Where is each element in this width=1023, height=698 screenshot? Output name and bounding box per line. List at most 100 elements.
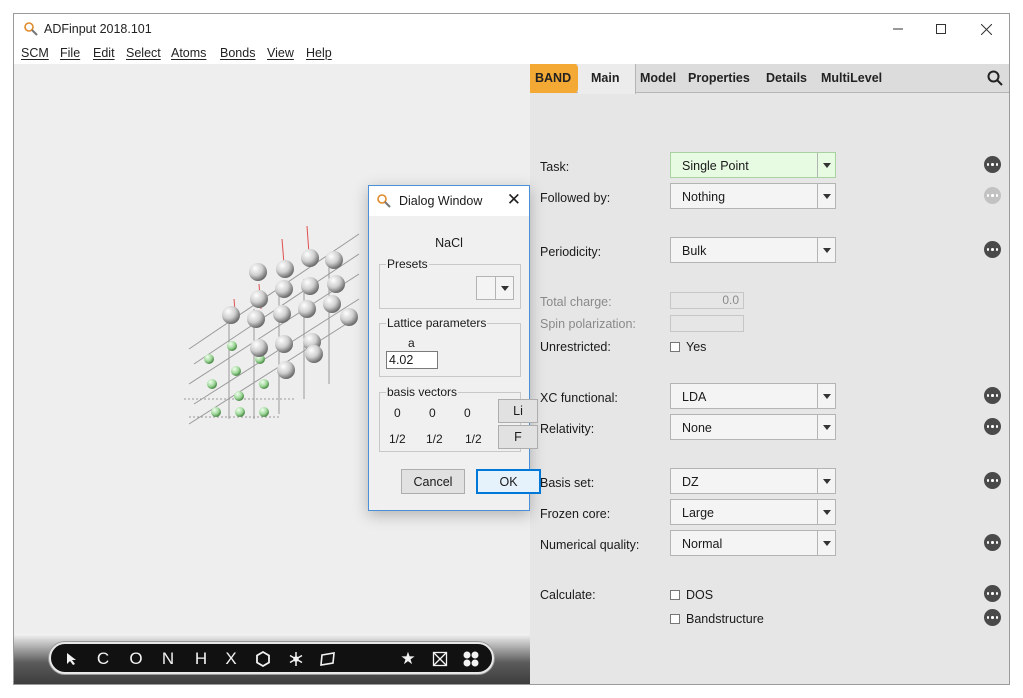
total-charge-label: Total charge: bbox=[540, 295, 612, 309]
lattice-group: Lattice parameters a 4.02 bbox=[379, 316, 521, 377]
ok-button[interactable]: OK bbox=[476, 469, 541, 494]
followed-by-value: Nothing bbox=[682, 190, 726, 204]
vector-2-z: 1/2 bbox=[465, 432, 482, 446]
chevron-down-icon bbox=[817, 531, 835, 555]
periodicity-value: Bulk bbox=[682, 244, 707, 258]
presets-select[interactable] bbox=[476, 276, 514, 300]
bandstructure-more-button[interactable] bbox=[984, 609, 1001, 626]
task-label: Task: bbox=[540, 160, 570, 174]
atoms-view-icon[interactable] bbox=[460, 648, 482, 670]
task-select[interactable]: Single Point bbox=[670, 152, 836, 178]
menu-scm[interactable]: SCM bbox=[21, 46, 49, 60]
oxygen-tool[interactable]: O bbox=[125, 648, 147, 670]
bandstructure-checkbox[interactable]: Bandstructure bbox=[670, 612, 764, 626]
basis-set-select[interactable]: DZ bbox=[670, 468, 836, 494]
hydrogen-tool[interactable]: H bbox=[190, 648, 212, 670]
dos-option: DOS bbox=[686, 588, 714, 602]
frozen-core-label: Frozen core: bbox=[540, 507, 611, 521]
menu-select[interactable]: Select bbox=[126, 46, 161, 60]
close-icon bbox=[980, 23, 992, 35]
periodicity-select[interactable]: Bulk bbox=[670, 237, 836, 263]
carbon-tool[interactable]: C bbox=[92, 648, 114, 670]
total-charge-field: 0.0 bbox=[670, 292, 744, 309]
task-value: Single Point bbox=[682, 159, 749, 173]
xc-more-button[interactable] bbox=[984, 387, 1001, 404]
lattice-a-label: a bbox=[408, 336, 415, 350]
spin-polarization-label: Spin polarization: bbox=[540, 317, 636, 331]
vector-2-atom-button[interactable]: F bbox=[498, 425, 538, 449]
basis-vectors-group: basis vectors 0 0 0 Li 1/2 1/2 1/2 F bbox=[379, 385, 538, 452]
tab-properties[interactable]: Properties bbox=[688, 71, 750, 85]
menu-view[interactable]: View bbox=[267, 46, 294, 60]
cancel-button[interactable]: Cancel bbox=[401, 469, 465, 494]
menu-help[interactable]: Help bbox=[306, 46, 332, 60]
unrestricted-checkbox[interactable]: Yes bbox=[670, 340, 706, 354]
chevron-down-icon bbox=[817, 469, 835, 493]
frozen-core-select[interactable]: Large bbox=[670, 499, 836, 525]
basis-set-label: Basis set: bbox=[540, 476, 595, 490]
checkbox-box bbox=[670, 342, 680, 352]
followed-by-label: Followed by: bbox=[540, 191, 611, 205]
maximize-button[interactable] bbox=[918, 18, 964, 40]
vector-2-x: 1/2 bbox=[389, 432, 406, 446]
snowflake-icon[interactable] bbox=[285, 648, 307, 670]
checkbox-box bbox=[670, 590, 680, 600]
minimize-icon bbox=[893, 28, 903, 30]
tab-multilevel[interactable]: MultiLevel bbox=[821, 71, 882, 85]
unrestricted-label: Unrestricted: bbox=[540, 340, 611, 354]
presets-label: Presets bbox=[386, 257, 429, 271]
numerical-quality-select[interactable]: Normal bbox=[670, 530, 836, 556]
vector-2-y: 1/2 bbox=[426, 432, 443, 446]
search-icon[interactable] bbox=[987, 70, 1003, 86]
nitrogen-tool[interactable]: N bbox=[157, 648, 179, 670]
dialog-title-bar[interactable]: Dialog Window ✕ bbox=[369, 186, 529, 216]
xc-functional-label: XC functional: bbox=[540, 391, 618, 405]
title-bar: ADFinput 2018.101 bbox=[14, 14, 1009, 44]
menu-bar: SCM File Edit Select Atoms Bonds View He… bbox=[14, 44, 1009, 64]
structure-name: NaCl bbox=[435, 236, 463, 250]
star-icon[interactable]: ★ bbox=[397, 648, 419, 670]
relativity-select[interactable]: None bbox=[670, 414, 836, 440]
xc-functional-value: LDA bbox=[682, 390, 707, 404]
lattice-a-input[interactable]: 4.02 bbox=[386, 351, 438, 369]
dialog-logo-icon bbox=[377, 194, 391, 208]
app-window: ADFinput 2018.101 SCM File Edit Select A… bbox=[13, 13, 1010, 685]
minimize-button[interactable] bbox=[875, 18, 921, 40]
task-more-button[interactable] bbox=[984, 156, 1001, 173]
followed-by-select[interactable]: Nothing bbox=[670, 183, 836, 209]
select-arrow-icon[interactable] bbox=[61, 648, 83, 670]
crystal-cell-icon[interactable] bbox=[429, 648, 451, 670]
unrestricted-option: Yes bbox=[686, 340, 707, 354]
dos-more-button[interactable] bbox=[984, 585, 1001, 602]
app-logo-icon bbox=[24, 22, 38, 36]
chevron-down-icon bbox=[817, 500, 835, 524]
tab-details[interactable]: Details bbox=[766, 71, 807, 85]
tab-band-label: BAND bbox=[535, 71, 572, 85]
menu-edit[interactable]: Edit bbox=[93, 46, 115, 60]
periodicity-more-button[interactable] bbox=[984, 241, 1001, 258]
vector-1-y: 0 bbox=[429, 406, 436, 420]
basis-set-more-button[interactable] bbox=[984, 472, 1001, 489]
menu-file[interactable]: File bbox=[60, 46, 80, 60]
close-button[interactable] bbox=[963, 18, 1009, 40]
polygon-icon[interactable] bbox=[317, 648, 339, 670]
hexagon-icon[interactable] bbox=[252, 648, 274, 670]
dialog-close-icon[interactable]: ✕ bbox=[507, 190, 521, 210]
quality-more-button[interactable] bbox=[984, 534, 1001, 551]
dos-checkbox[interactable]: DOS bbox=[670, 588, 713, 602]
chevron-down-icon bbox=[817, 184, 835, 208]
menu-bonds[interactable]: Bonds bbox=[220, 46, 255, 60]
window-title: ADFinput 2018.101 bbox=[44, 22, 152, 36]
chevron-down-icon bbox=[817, 384, 835, 408]
chevron-down-icon bbox=[817, 153, 835, 177]
tab-model[interactable]: Model bbox=[640, 71, 676, 85]
other-element-tool[interactable]: X bbox=[220, 648, 242, 670]
bottom-toolbar: C O N H X ★ bbox=[14, 634, 530, 684]
relativity-more-button[interactable] bbox=[984, 418, 1001, 435]
lattice-label: Lattice parameters bbox=[386, 316, 488, 330]
presets-group: Presets bbox=[379, 257, 521, 309]
xc-functional-select[interactable]: LDA bbox=[670, 383, 836, 409]
menu-atoms[interactable]: Atoms bbox=[171, 46, 206, 60]
vector-1-atom-button[interactable]: Li bbox=[498, 399, 538, 423]
bandstructure-option: Bandstructure bbox=[686, 612, 764, 626]
